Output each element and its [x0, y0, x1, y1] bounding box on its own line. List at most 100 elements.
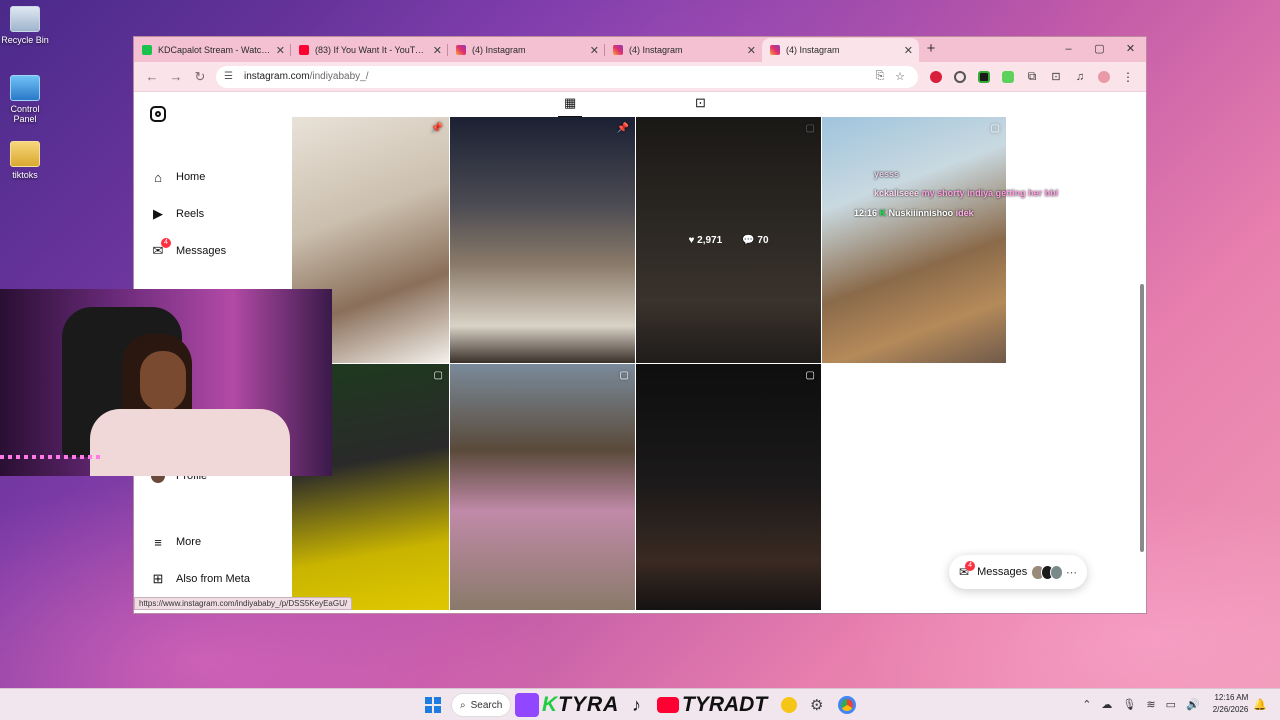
post-tile[interactable]: ▢ — [636, 364, 821, 610]
tab-title: (4) Instagram — [786, 45, 840, 55]
tab-close-icon[interactable]: ✕ — [590, 44, 599, 57]
carousel-icon: ▢ — [619, 370, 629, 381]
desktop-icon-recycle-bin[interactable]: Recycle Bin — [0, 6, 50, 45]
tab-close-icon[interactable]: ✕ — [433, 44, 442, 57]
wifi-icon[interactable]: ≋ — [1146, 698, 1155, 711]
tab-instagram-1[interactable]: (4) Instagram ✕ — [448, 38, 605, 62]
display-icon[interactable]: ▭ — [1166, 698, 1176, 711]
maximize-button[interactable]: ▢ — [1084, 37, 1115, 62]
messages-pill[interactable]: ✉ 4 Messages ⋯ — [949, 555, 1087, 589]
led-strip — [0, 455, 100, 459]
carousel-icon: ▢ — [805, 123, 815, 134]
webcam-overlay — [0, 289, 332, 476]
taskbar: ⌕ Search K TYRA ♪ TYRADT ⚙ ⌃ ☁ 🎙 ≋ ▭ 🔊 1… — [0, 688, 1280, 720]
tab-instagram-2[interactable]: (4) Instagram ✕ — [605, 38, 762, 62]
messages-icon: ✉ 4 — [149, 238, 171, 260]
desktop-icon-tiktoks[interactable]: tiktoks — [0, 141, 50, 180]
browser-menu-icon[interactable]: ⋮ — [1116, 70, 1140, 84]
address-bar[interactable]: ☰ instagram.com/indiyababy_/ ⎘ ☆ — [216, 65, 918, 88]
volume-icon[interactable]: 🔊 — [1186, 698, 1200, 711]
chevron-up-icon[interactable]: ⌃ — [1082, 698, 1091, 711]
back-button[interactable]: ← — [140, 69, 164, 84]
pin-icon: 📌 — [430, 123, 443, 134]
instagram-logo-icon[interactable] — [150, 106, 166, 122]
settings-taskbar-icon[interactable]: ⚙ — [810, 693, 823, 717]
carousel-icon: ▢ — [990, 123, 1000, 134]
desktop-icon-label: Recycle Bin — [1, 35, 49, 45]
extension-red-icon[interactable] — [924, 70, 948, 83]
tagged-tab-icon[interactable]: ⊡ — [695, 95, 706, 111]
post-tile-hovered[interactable]: ▢ ♥ 2,971 💬 70 — [636, 117, 821, 363]
profile-tabs: ▦ ⊡ — [292, 92, 1146, 117]
messages-badge: 4 — [161, 238, 171, 248]
tab-title: (83) If You Want It - YouTube — [315, 45, 429, 55]
window-controls: – ▢ ✕ — [1053, 37, 1146, 62]
messages-badge: 4 — [965, 561, 976, 571]
post-tile[interactable]: 📌 — [450, 117, 635, 363]
streamer-face — [140, 351, 186, 411]
reload-button[interactable]: ↻ — [188, 69, 212, 85]
nav-home[interactable]: ⌂ Home — [149, 168, 205, 186]
tab-search-icon[interactable]: ⊡ — [1044, 70, 1068, 83]
tab-close-icon[interactable]: ✕ — [747, 44, 756, 57]
chat-badge-icon: K — [879, 208, 887, 218]
tab-instagram-active[interactable]: (4) Instagram ✕ — [762, 38, 919, 62]
taskbar-search[interactable]: ⌕ Search — [451, 693, 511, 717]
extension-crosshair-icon[interactable] — [948, 70, 972, 83]
extensions-puzzle-icon[interactable]: ⧉ — [1020, 69, 1044, 84]
menu-icon: ≡ — [154, 534, 162, 550]
site-info-icon[interactable]: ☰ — [224, 71, 238, 82]
extension-chip-icon[interactable] — [972, 70, 996, 83]
cloud-icon[interactable]: ☁ — [1101, 698, 1112, 711]
tyradt-logo: TYRADT — [657, 693, 767, 717]
messages-pill-label: Messages — [977, 566, 1028, 578]
posts-grid-tab-icon[interactable]: ▦ — [557, 95, 583, 117]
url-path: /indiyababy_/ — [309, 71, 369, 82]
pin-icon: 📌 — [616, 123, 629, 134]
chat-time: 12:16 — [854, 208, 878, 218]
install-app-icon[interactable]: ⎘ — [870, 70, 890, 83]
youtube-icon — [657, 697, 679, 713]
discord-taskbar-icon[interactable] — [781, 693, 797, 717]
twitch-taskbar-icon[interactable] — [515, 693, 539, 717]
brand-label: TYRA — [558, 693, 620, 716]
nav-reels[interactable]: ▶ Reels — [149, 205, 204, 223]
microphone-icon[interactable]: 🎙 — [1122, 698, 1136, 711]
forward-button[interactable]: → — [164, 69, 188, 84]
browser-toolbar: ← → ↻ ☰ instagram.com/indiyababy_/ ⎘ ☆ ⧉… — [134, 62, 1146, 92]
chat-text: my shorty indiya getting her bbl — [921, 188, 1059, 198]
streamer-hoodie — [90, 409, 290, 476]
close-window-button[interactable]: ✕ — [1115, 37, 1146, 62]
extension-green-icon[interactable] — [996, 70, 1020, 83]
tab-close-icon[interactable]: ✕ — [276, 44, 285, 57]
desktop-icon-control-panel[interactable]: Control Panel — [0, 75, 50, 124]
notification-bell-icon[interactable]: 🔔 — [1253, 698, 1267, 711]
minimize-button[interactable]: – — [1053, 37, 1084, 62]
chat-line: yesss — [874, 169, 899, 179]
post-tile[interactable]: ▢ — [822, 117, 1006, 363]
media-control-icon[interactable]: ♫ — [1068, 71, 1092, 83]
post-tile[interactable]: ▢ — [450, 364, 635, 610]
carousel-icon: ▢ — [805, 370, 815, 381]
nav-more[interactable]: ≡ More — [149, 533, 201, 551]
meta-apps-icon: ⊞ — [152, 571, 164, 586]
nav-messages[interactable]: ✉ 4 Messages — [149, 238, 227, 260]
new-tab-button[interactable]: + — [919, 38, 943, 62]
tab-title: KDCapalot Stream - Watch Live — [158, 45, 272, 55]
nav-label: Messages — [176, 245, 227, 257]
tab-twitch[interactable]: KDCapalot Stream - Watch Live ✕ — [134, 38, 291, 62]
start-button[interactable] — [425, 697, 441, 713]
home-icon: ⌂ — [154, 169, 162, 185]
chrome-taskbar-icon[interactable] — [838, 693, 856, 717]
profile-avatar[interactable] — [1092, 70, 1116, 83]
scrollbar-thumb[interactable] — [1140, 284, 1144, 552]
comments-count: 💬 70 — [742, 235, 769, 246]
clock[interactable]: 12:16 AM 2/26/2026 — [1213, 692, 1249, 716]
bookmark-star-icon[interactable]: ☆ — [890, 70, 910, 83]
nav-label: Also from Meta — [176, 573, 250, 585]
page-scrollbar[interactable] — [1138, 92, 1146, 613]
nav-also-from-meta[interactable]: ⊞ Also from Meta — [149, 570, 250, 588]
tab-close-icon[interactable]: ✕ — [904, 44, 913, 57]
tab-youtube[interactable]: (83) If You Want It - YouTube ✕ — [291, 38, 448, 62]
avatar — [1049, 564, 1063, 580]
